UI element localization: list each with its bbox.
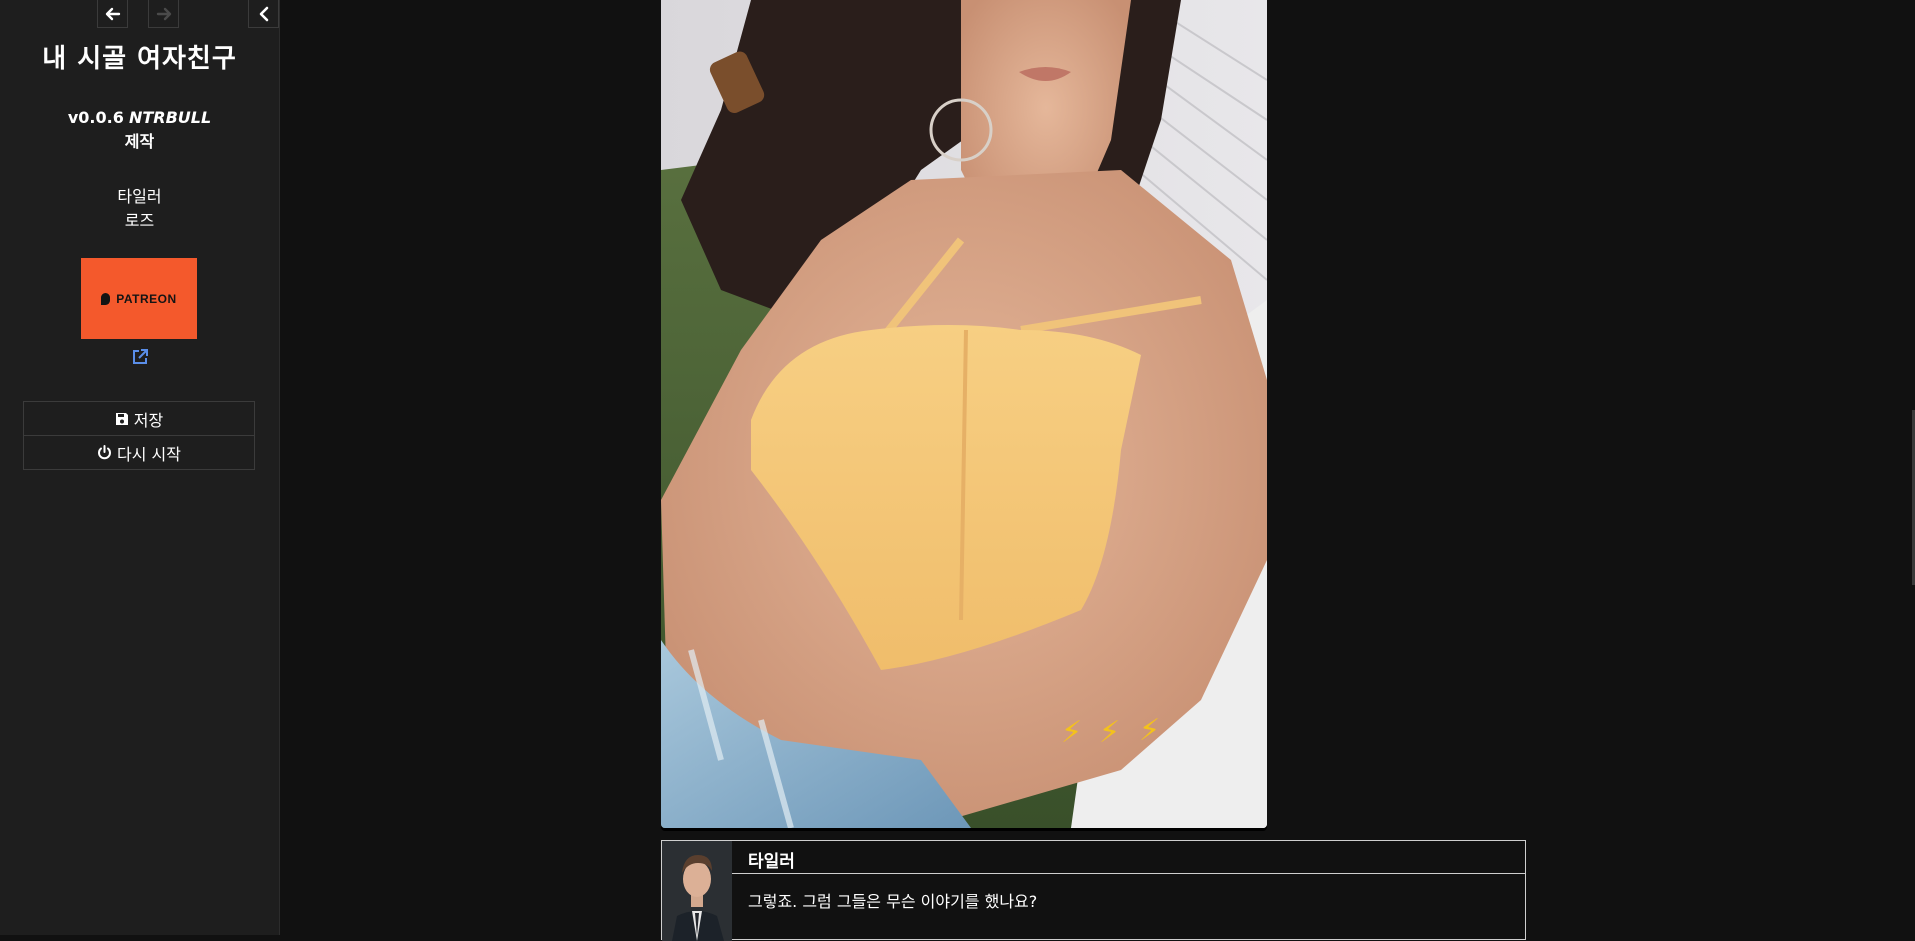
dialog-box[interactable]: 타일러 그렇죠. 그럼 그들은 무슨 이야기를 했나요?	[661, 840, 1526, 941]
arrow-right-icon	[156, 7, 171, 20]
restart-button[interactable]: 다시 시작	[23, 435, 255, 470]
external-link-icon	[133, 349, 148, 364]
save-button[interactable]: 저장	[23, 401, 255, 436]
patreon-link[interactable]: PATREON	[81, 258, 197, 339]
svg-text:⚡: ⚡	[1099, 715, 1120, 750]
collapse-sidebar-button[interactable]	[248, 0, 279, 28]
arrow-left-icon	[105, 7, 120, 20]
svg-text:⚡: ⚡	[1061, 715, 1082, 750]
sidebar: 내 시골 여자친구 v0.0.6 NTRBULL 제작 타일러 로즈 PATRE…	[0, 0, 280, 935]
patreon-label: PATREON	[116, 291, 177, 306]
forward-button[interactable]	[148, 0, 179, 28]
scene-image: ⚡ ⚡ ⚡	[661, 0, 1267, 828]
speaker-name: 타일러	[748, 852, 795, 872]
author-name: NTRBULL	[128, 108, 212, 127]
character-list: 타일러 로즈	[0, 185, 279, 233]
power-icon	[98, 445, 111, 460]
story-title: 내 시골 여자친구	[42, 44, 237, 74]
svg-text:⚡: ⚡	[1139, 713, 1160, 748]
dialog-divider	[732, 873, 1525, 874]
character-name: 로즈	[124, 211, 155, 230]
character-name: 타일러	[117, 187, 162, 206]
save-label: 저장	[133, 410, 164, 430]
chevron-left-icon	[259, 6, 268, 21]
back-button[interactable]	[97, 0, 128, 28]
floppy-disk-icon	[115, 412, 128, 425]
dialog-text: 그렇죠. 그럼 그들은 무슨 이야기를 했나요?	[748, 892, 1038, 911]
version-label: v0.0.6	[67, 108, 124, 127]
patreon-logo-icon	[101, 292, 111, 305]
speaker-portrait	[662, 841, 732, 941]
story-byline: v0.0.6 NTRBULL 제작	[0, 106, 279, 154]
restart-label: 다시 시작	[117, 444, 181, 464]
external-link[interactable]	[131, 348, 149, 366]
made-by-label: 제작	[124, 132, 155, 151]
